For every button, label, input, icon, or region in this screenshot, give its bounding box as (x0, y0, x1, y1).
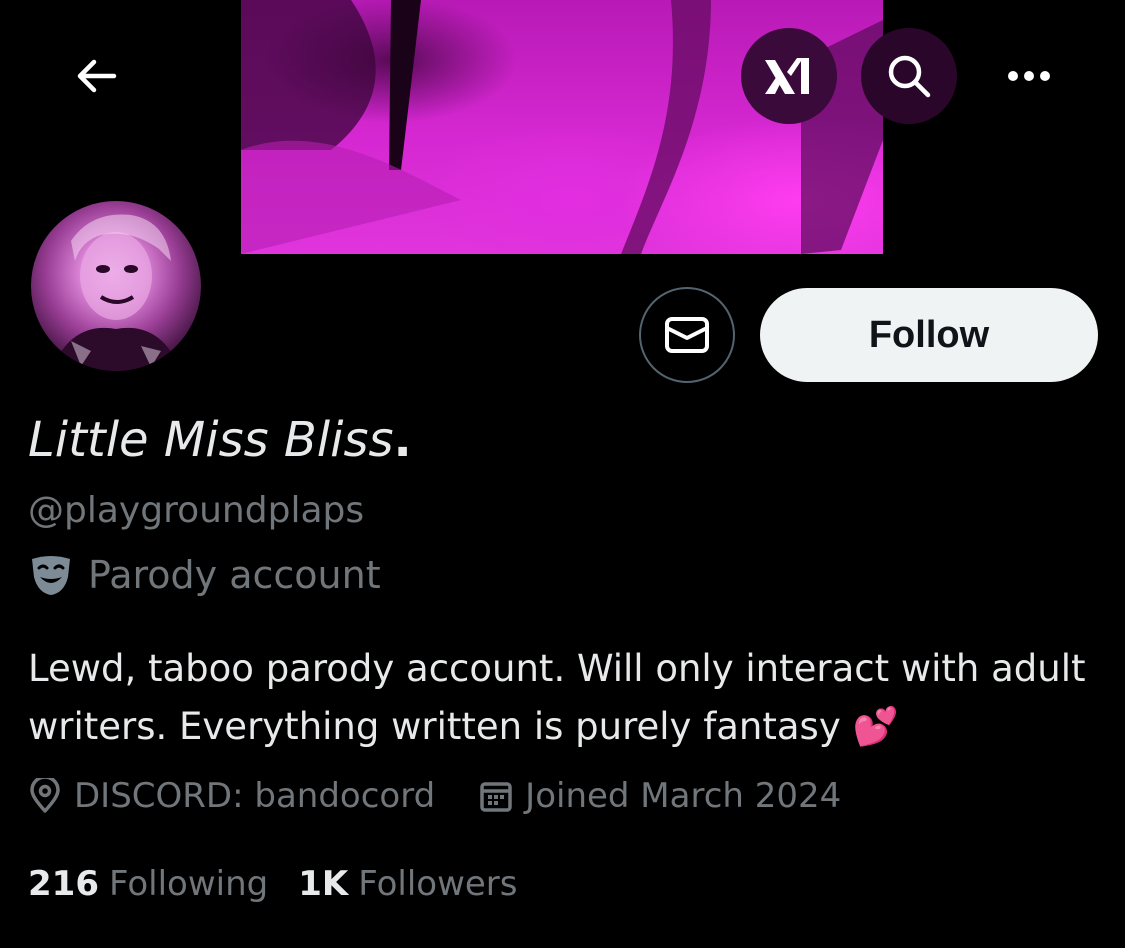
message-button[interactable] (639, 287, 735, 383)
profile-handle: @playgroundplaps (28, 490, 365, 531)
location-text: DISCORD: bandocord (74, 776, 436, 816)
parody-label: Parody account (28, 553, 381, 597)
xai-grok-icon (765, 58, 809, 94)
profile-avatar[interactable] (27, 197, 205, 375)
search-button[interactable] (861, 28, 957, 124)
display-name: Little Miss Bliss. (28, 412, 412, 468)
location-pin-icon (30, 778, 60, 813)
followers-count: 1K (298, 864, 349, 904)
joined-text: Joined March 2024 (525, 776, 842, 816)
profile-meta: DISCORD: bandocord Joined March 2024 (28, 776, 885, 816)
follow-button[interactable]: Follow (760, 288, 1098, 382)
followers-label: Followers (358, 864, 518, 904)
joined-item: Joined March 2024 (479, 776, 841, 816)
location-item: DISCORD: bandocord (28, 776, 435, 816)
arrow-left-icon (77, 59, 117, 93)
search-icon (888, 55, 931, 98)
display-name-text: Little Miss Bliss (28, 412, 394, 468)
more-options-button[interactable] (981, 28, 1077, 124)
parody-label-text: Parody account (88, 553, 381, 597)
profile-stats: 216 Following 1K Followers (28, 864, 548, 904)
envelope-icon (665, 317, 709, 353)
following-label: Following (108, 864, 269, 904)
back-button[interactable] (48, 28, 144, 124)
following-link[interactable]: 216 Following (28, 864, 268, 904)
grok-button[interactable] (741, 28, 837, 124)
followers-link[interactable]: 1K Followers (298, 864, 517, 904)
comedy-mask-icon (32, 556, 70, 595)
more-dots-icon (1008, 71, 1050, 81)
display-name-suffix: . (393, 412, 412, 468)
calendar-icon (480, 782, 512, 812)
following-count: 216 (28, 864, 99, 904)
profile-bio: Lewd, taboo parody account. Will only in… (28, 647, 1086, 748)
